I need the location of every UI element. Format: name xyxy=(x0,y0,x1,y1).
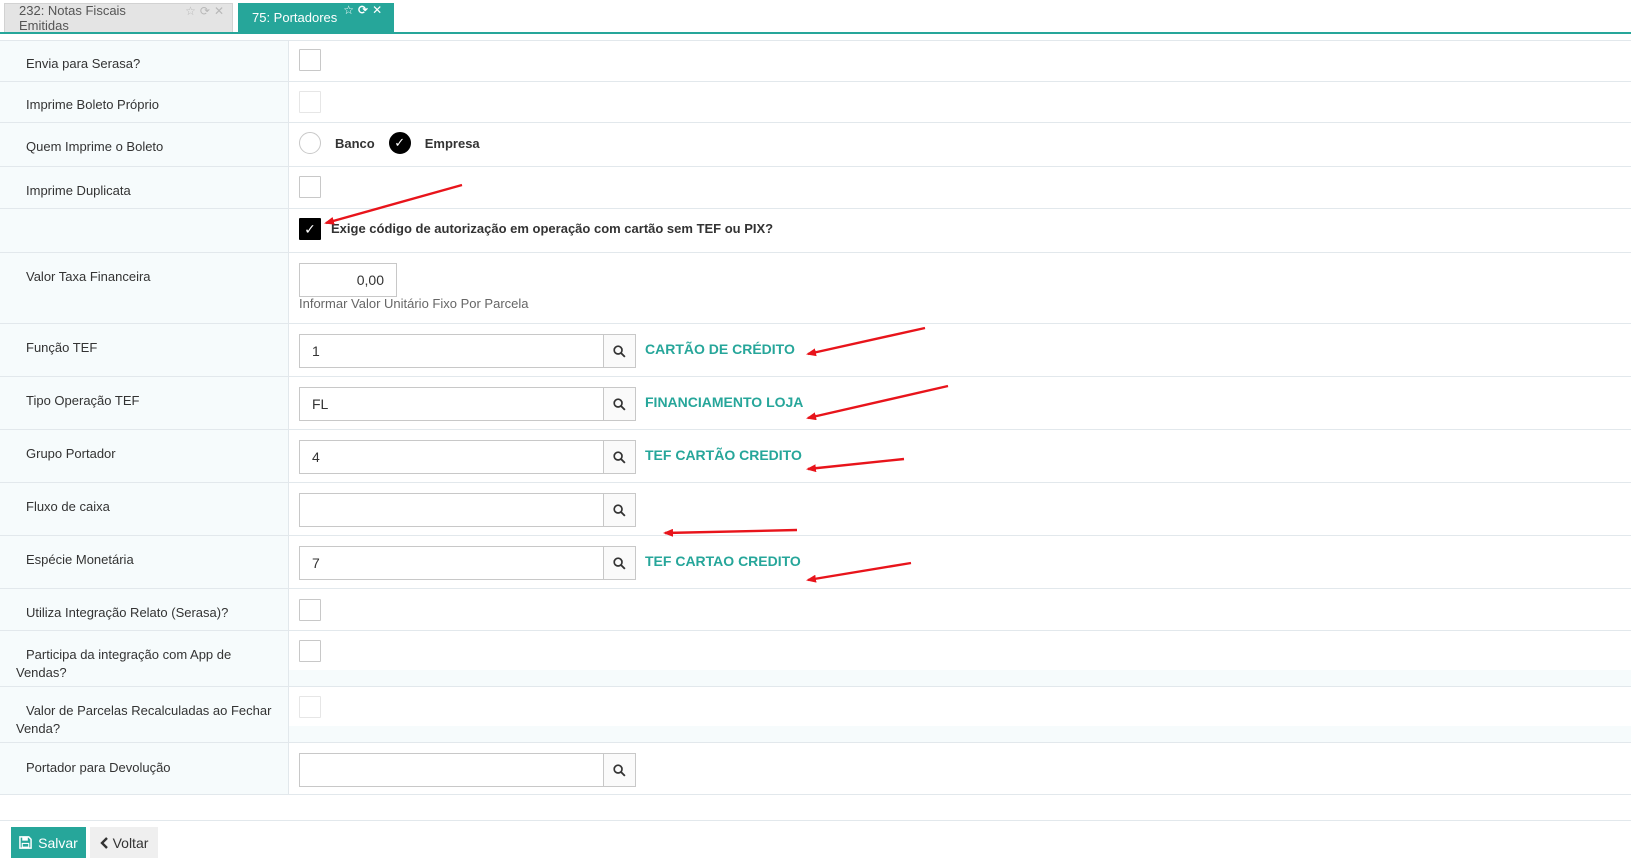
radio-label-banco: Banco xyxy=(335,135,375,151)
tipo-operacao-tef-lookup: FL xyxy=(299,387,636,421)
save-button-label: Salvar xyxy=(38,834,78,851)
row-portador-devolucao: Portador para Devolução xyxy=(0,743,1631,795)
field-label: Valor Taxa Financeira xyxy=(0,253,289,323)
envia-serasa-checkbox[interactable] xyxy=(299,49,321,71)
field-label: Participa da integração com App de Venda… xyxy=(0,631,289,686)
tab-actions: ☆ ⟳ ✕ xyxy=(185,4,224,18)
tab-portadores[interactable]: 75: Portadores ☆ ⟳ ✕ xyxy=(238,3,394,32)
row-utiliza-relato: Utiliza Integração Relato (Serasa)? xyxy=(0,589,1631,631)
search-icon[interactable] xyxy=(604,546,636,580)
exige-codigo-label: Exige código de autorização em operação … xyxy=(331,221,774,236)
row-envia-serasa: Envia para Serasa? xyxy=(0,41,1631,82)
row-funcao-tef: Função TEF 1 CARTÃO DE CRÉDITO xyxy=(0,324,1631,377)
form-footer: Salvar Voltar xyxy=(0,820,1631,866)
fluxo-caixa-input[interactable] xyxy=(299,493,604,527)
row-imprime-boleto-proprio: Imprime Boleto Próprio xyxy=(0,82,1631,123)
imprime-boleto-proprio-checkbox[interactable] xyxy=(299,91,321,113)
especie-monetaria-description: TEF CARTAO CREDITO xyxy=(645,553,801,569)
grupo-portador-lookup: 4 xyxy=(299,440,636,474)
label-line-2: Vendas? xyxy=(16,665,67,680)
close-icon[interactable]: ✕ xyxy=(214,4,224,18)
valor-taxa-help: Informar Valor Unitário Fixo Por Parcela xyxy=(299,296,529,311)
portador-form: Envia para Serasa? Imprime Boleto Própri… xyxy=(0,40,1631,795)
radio-empresa[interactable]: ✓ xyxy=(388,132,411,154)
label-line-1: Valor de Parcelas Recalculadas ao Fechar xyxy=(26,703,272,718)
refresh-icon[interactable]: ⟳ xyxy=(358,3,368,17)
tab-notas-fiscais-emitidas[interactable]: 232: Notas Fiscais Emitidas ☆ ⟳ ✕ xyxy=(4,3,233,33)
radio-banco[interactable] xyxy=(299,132,321,154)
parcelas-recalculadas-checkbox[interactable] xyxy=(299,696,321,718)
field-label: Quem Imprime o Boleto xyxy=(0,123,289,166)
field-label: Função TEF xyxy=(0,324,289,376)
quem-imprime-radio-group: Banco ✓ Empresa xyxy=(299,132,494,154)
field-label: Espécie Monetária xyxy=(0,536,289,588)
check-icon: ✓ xyxy=(394,135,406,150)
back-button-label: Voltar xyxy=(112,834,149,851)
row-gap xyxy=(289,670,1631,686)
fluxo-caixa-lookup xyxy=(299,493,636,527)
field-label: Tipo Operação TEF xyxy=(0,377,289,429)
especie-monetaria-lookup: 7 xyxy=(299,546,636,580)
search-icon[interactable] xyxy=(604,440,636,474)
floppy-disk-icon xyxy=(19,836,32,849)
row-gap xyxy=(289,726,1631,742)
search-icon[interactable] xyxy=(604,387,636,421)
check-icon: ✓ xyxy=(304,220,316,237)
field-label: Envia para Serasa? xyxy=(0,41,289,81)
row-app-vendas: Participa da integração com App de Venda… xyxy=(0,631,1631,687)
save-button[interactable]: Salvar xyxy=(11,827,86,858)
row-tipo-operacao-tef: Tipo Operação TEF FL FINANCIAMENTO LOJA xyxy=(0,377,1631,430)
field-label-empty xyxy=(0,209,289,252)
label-line-2: Venda? xyxy=(16,721,61,736)
especie-monetaria-input[interactable]: 7 xyxy=(299,546,604,580)
imprime-duplicata-checkbox[interactable] xyxy=(299,176,321,198)
row-grupo-portador: Grupo Portador 4 TEF CARTÃO CREDITO xyxy=(0,430,1631,483)
grupo-portador-input[interactable]: 4 xyxy=(299,440,604,474)
row-parcelas-recalculadas: Valor de Parcelas Recalculadas ao Fechar… xyxy=(0,687,1631,743)
field-label: Grupo Portador xyxy=(0,430,289,482)
refresh-icon[interactable]: ⟳ xyxy=(200,4,210,18)
search-icon[interactable] xyxy=(604,493,636,527)
row-exige-codigo: ✓ Exige código de autorização em operaçã… xyxy=(0,209,1631,253)
tipo-operacao-tef-input[interactable]: FL xyxy=(299,387,604,421)
field-label: Fluxo de caixa xyxy=(0,483,289,535)
grupo-portador-description: TEF CARTÃO CREDITO xyxy=(645,447,802,463)
row-valor-taxa-financeira: Valor Taxa Financeira 0,00 Informar Valo… xyxy=(0,253,1631,324)
app-vendas-checkbox[interactable] xyxy=(299,640,321,662)
row-imprime-duplicata: Imprime Duplicata xyxy=(0,167,1631,209)
exige-codigo-checkbox[interactable]: ✓ xyxy=(299,218,321,240)
funcao-tef-description: CARTÃO DE CRÉDITO xyxy=(645,341,795,357)
back-button[interactable]: Voltar xyxy=(90,827,158,858)
field-label: Imprime Boleto Próprio xyxy=(0,82,289,122)
funcao-tef-input[interactable]: 1 xyxy=(299,334,604,368)
tipo-operacao-tef-description: FINANCIAMENTO LOJA xyxy=(645,394,804,410)
radio-label-empresa: Empresa xyxy=(424,135,480,151)
portador-devolucao-input[interactable] xyxy=(299,753,604,787)
valor-taxa-input[interactable]: 0,00 xyxy=(299,263,397,297)
tab-label: 75: Portadores xyxy=(252,10,338,25)
tab-label: 232: Notas Fiscais Emitidas xyxy=(19,3,126,33)
funcao-tef-lookup: 1 xyxy=(299,334,636,368)
tab-bar: 232: Notas Fiscais Emitidas ☆ ⟳ ✕ 75: Po… xyxy=(0,0,1631,34)
search-icon[interactable] xyxy=(604,334,636,368)
star-icon[interactable]: ☆ xyxy=(343,3,354,17)
field-label: Utiliza Integração Relato (Serasa)? xyxy=(0,589,289,630)
close-icon[interactable]: ✕ xyxy=(372,3,382,17)
row-quem-imprime-boleto: Quem Imprime o Boleto Banco ✓ Empresa xyxy=(0,123,1631,167)
field-label: Imprime Duplicata xyxy=(0,167,289,208)
row-fluxo-caixa: Fluxo de caixa xyxy=(0,483,1631,536)
tab-actions: ☆ ⟳ ✕ xyxy=(343,3,382,17)
label-line-1: Participa da integração com App de xyxy=(26,647,232,662)
utiliza-relato-checkbox[interactable] xyxy=(299,599,321,621)
chevron-left-icon xyxy=(99,836,108,849)
field-label: Valor de Parcelas Recalculadas ao Fechar… xyxy=(0,687,289,742)
field-label: Portador para Devolução xyxy=(0,743,289,794)
star-icon[interactable]: ☆ xyxy=(185,4,196,18)
row-especie-monetaria: Espécie Monetária 7 TEF CARTAO CREDITO xyxy=(0,536,1631,589)
portador-devolucao-lookup xyxy=(299,753,636,787)
search-icon[interactable] xyxy=(604,753,636,787)
